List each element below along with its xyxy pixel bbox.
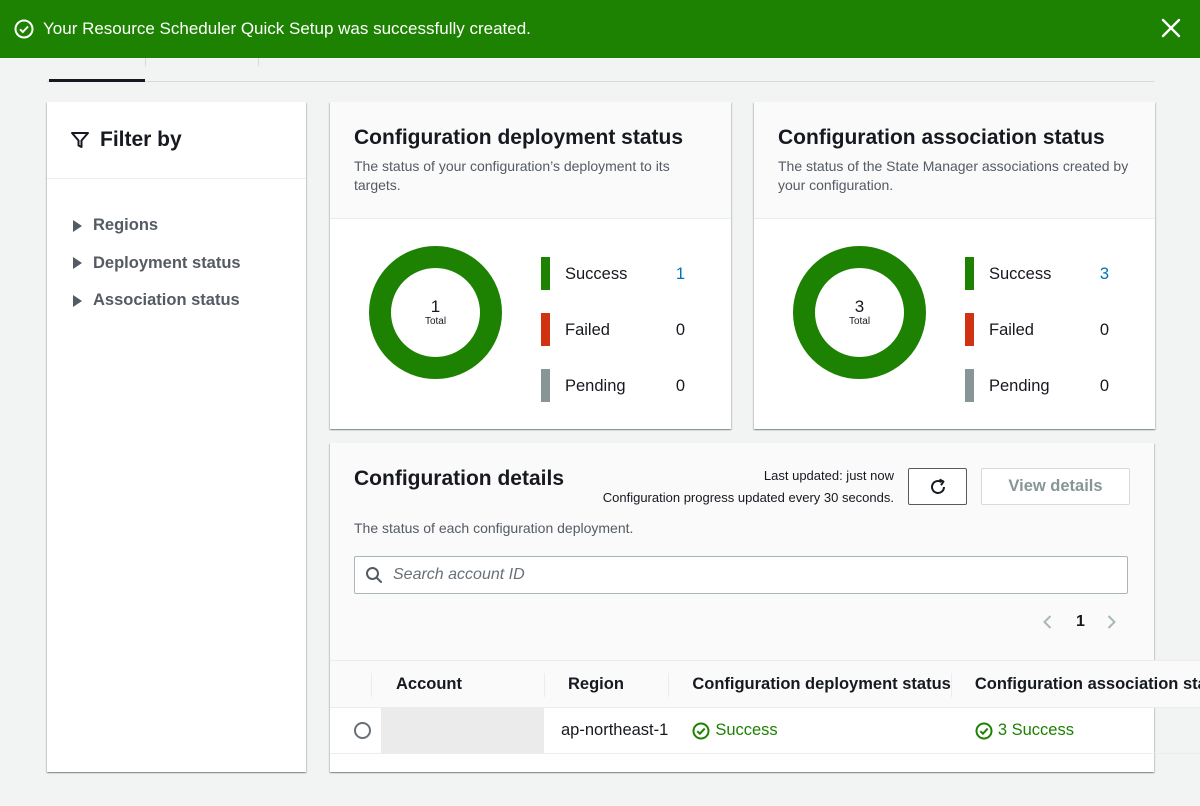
legend-label: Failed <box>565 321 610 339</box>
total-label: Total <box>848 316 871 327</box>
filter-item-association-status[interactable]: Association status <box>73 282 306 320</box>
caret-right-icon <box>73 219 82 232</box>
association-legend: Success 3 Failed 0 Pending 0 <box>965 257 1125 425</box>
total-label: Total <box>424 316 447 327</box>
chevron-right-icon[interactable] <box>1103 614 1119 630</box>
legend-label: Success <box>565 265 628 283</box>
filter-item-label: Regions <box>93 216 159 235</box>
success-check-icon <box>14 19 34 39</box>
column-header-region[interactable]: Region <box>544 660 669 708</box>
search-box[interactable] <box>354 556 1128 594</box>
filter-item-label: Deployment status <box>93 253 241 272</box>
column-header-association-status[interactable]: Configuration association status <box>950 660 1200 708</box>
row-select-radio[interactable] <box>354 722 371 739</box>
column-header-account[interactable]: Account <box>371 660 544 708</box>
details-title: Configuration details <box>354 467 564 490</box>
legend-value: 0 <box>1099 377 1109 395</box>
tab-separator <box>145 58 146 66</box>
legend-swatch <box>541 369 550 402</box>
legend-value-link[interactable]: 1 <box>676 265 685 284</box>
table-row[interactable]: ap-northeast-1 Success 3 Success <box>330 707 1200 754</box>
legend-swatch <box>541 257 550 290</box>
flash-message: Your Resource Scheduler Quick Setup was … <box>43 19 531 38</box>
legend-failed: Failed 0 <box>965 313 1125 369</box>
legend-value: 0 <box>675 377 685 395</box>
deployment-total: 1 Total <box>368 297 503 328</box>
legend-value: 0 <box>675 321 685 339</box>
legend-failed: Failed 0 <box>541 313 701 369</box>
filter-title: Filter by <box>100 128 182 151</box>
association-status-cell: 3 Success <box>951 721 1200 740</box>
deployment-status-title: Configuration deployment status <box>354 126 684 149</box>
success-check-icon <box>975 722 993 739</box>
association-status-description: The status of the State Manager associat… <box>778 158 1129 193</box>
legend-swatch <box>965 313 974 346</box>
filter-item-label: Association status <box>93 291 240 310</box>
legend-swatch <box>965 369 974 402</box>
association-total: 3 Total <box>792 297 927 328</box>
filter-icon <box>71 132 89 148</box>
refresh-button[interactable] <box>908 468 967 505</box>
select-column-header <box>330 660 371 708</box>
deployment-status-card: Configuration deployment status The stat… <box>330 102 731 429</box>
legend-value-link[interactable]: 3 <box>1100 265 1109 284</box>
tab-separator <box>258 58 259 66</box>
success-check-icon <box>692 722 710 739</box>
page-number[interactable]: 1 <box>1076 613 1085 631</box>
details-subtitle: The status of each configuration deploym… <box>354 520 634 536</box>
total-count: 3 <box>854 297 865 316</box>
account-id-redacted <box>381 708 544 753</box>
legend-swatch <box>541 313 550 346</box>
tabs-strip <box>47 58 1154 82</box>
success-flash-banner: Your Resource Scheduler Quick Setup was … <box>0 0 1200 58</box>
caret-right-icon <box>73 257 82 270</box>
configuration-details-card: Configuration details Last updated: just… <box>330 443 1200 772</box>
active-tab-indicator <box>49 79 145 82</box>
legend-label: Pending <box>989 377 1050 395</box>
region-cell: ap-northeast-1 <box>561 721 669 739</box>
legend-value: 0 <box>1099 321 1109 339</box>
filter-header: Filter by <box>47 102 306 179</box>
filter-panel: Filter by Regions Deployment status Asso… <box>47 102 306 772</box>
last-updated-text: Last updated: just now <box>763 468 894 483</box>
filter-item-deployment-status[interactable]: Deployment status <box>73 245 306 283</box>
close-icon[interactable] <box>1160 17 1182 39</box>
association-status-title: Configuration association status <box>778 126 1105 149</box>
deployment-status-cell: Success <box>668 721 951 740</box>
legend-success: Success 1 <box>541 257 701 313</box>
filter-item-regions[interactable]: Regions <box>73 207 306 245</box>
legend-label: Pending <box>565 377 626 395</box>
configuration-table: Account Region Configuration deployment … <box>330 660 1200 754</box>
caret-right-icon <box>73 294 82 307</box>
total-count: 1 <box>430 297 441 316</box>
table-header-row: Account Region Configuration deployment … <box>330 660 1200 708</box>
legend-label: Failed <box>989 321 1034 339</box>
deployment-legend: Success 1 Failed 0 Pending 0 <box>541 257 701 425</box>
last-updated-info: Last updated: just now Configuration pro… <box>603 465 894 509</box>
legend-pending: Pending 0 <box>965 369 1125 425</box>
deployment-status-description: The status of your configuration’s deplo… <box>354 158 670 193</box>
search-icon <box>366 567 382 583</box>
progress-note: Configuration progress updated every 30 … <box>602 490 894 505</box>
legend-success: Success 3 <box>965 257 1125 313</box>
refresh-icon <box>930 478 945 494</box>
chevron-left-icon[interactable] <box>1040 614 1056 630</box>
legend-swatch <box>965 257 974 290</box>
search-account-input[interactable] <box>393 566 1093 584</box>
legend-pending: Pending 0 <box>541 369 701 425</box>
view-details-button[interactable]: View details <box>981 468 1130 505</box>
legend-label: Success <box>989 265 1052 283</box>
pagination: 1 <box>1040 610 1119 634</box>
column-header-deployment-status[interactable]: Configuration deployment status <box>668 660 951 708</box>
association-status-card: Configuration association status The sta… <box>754 102 1155 429</box>
